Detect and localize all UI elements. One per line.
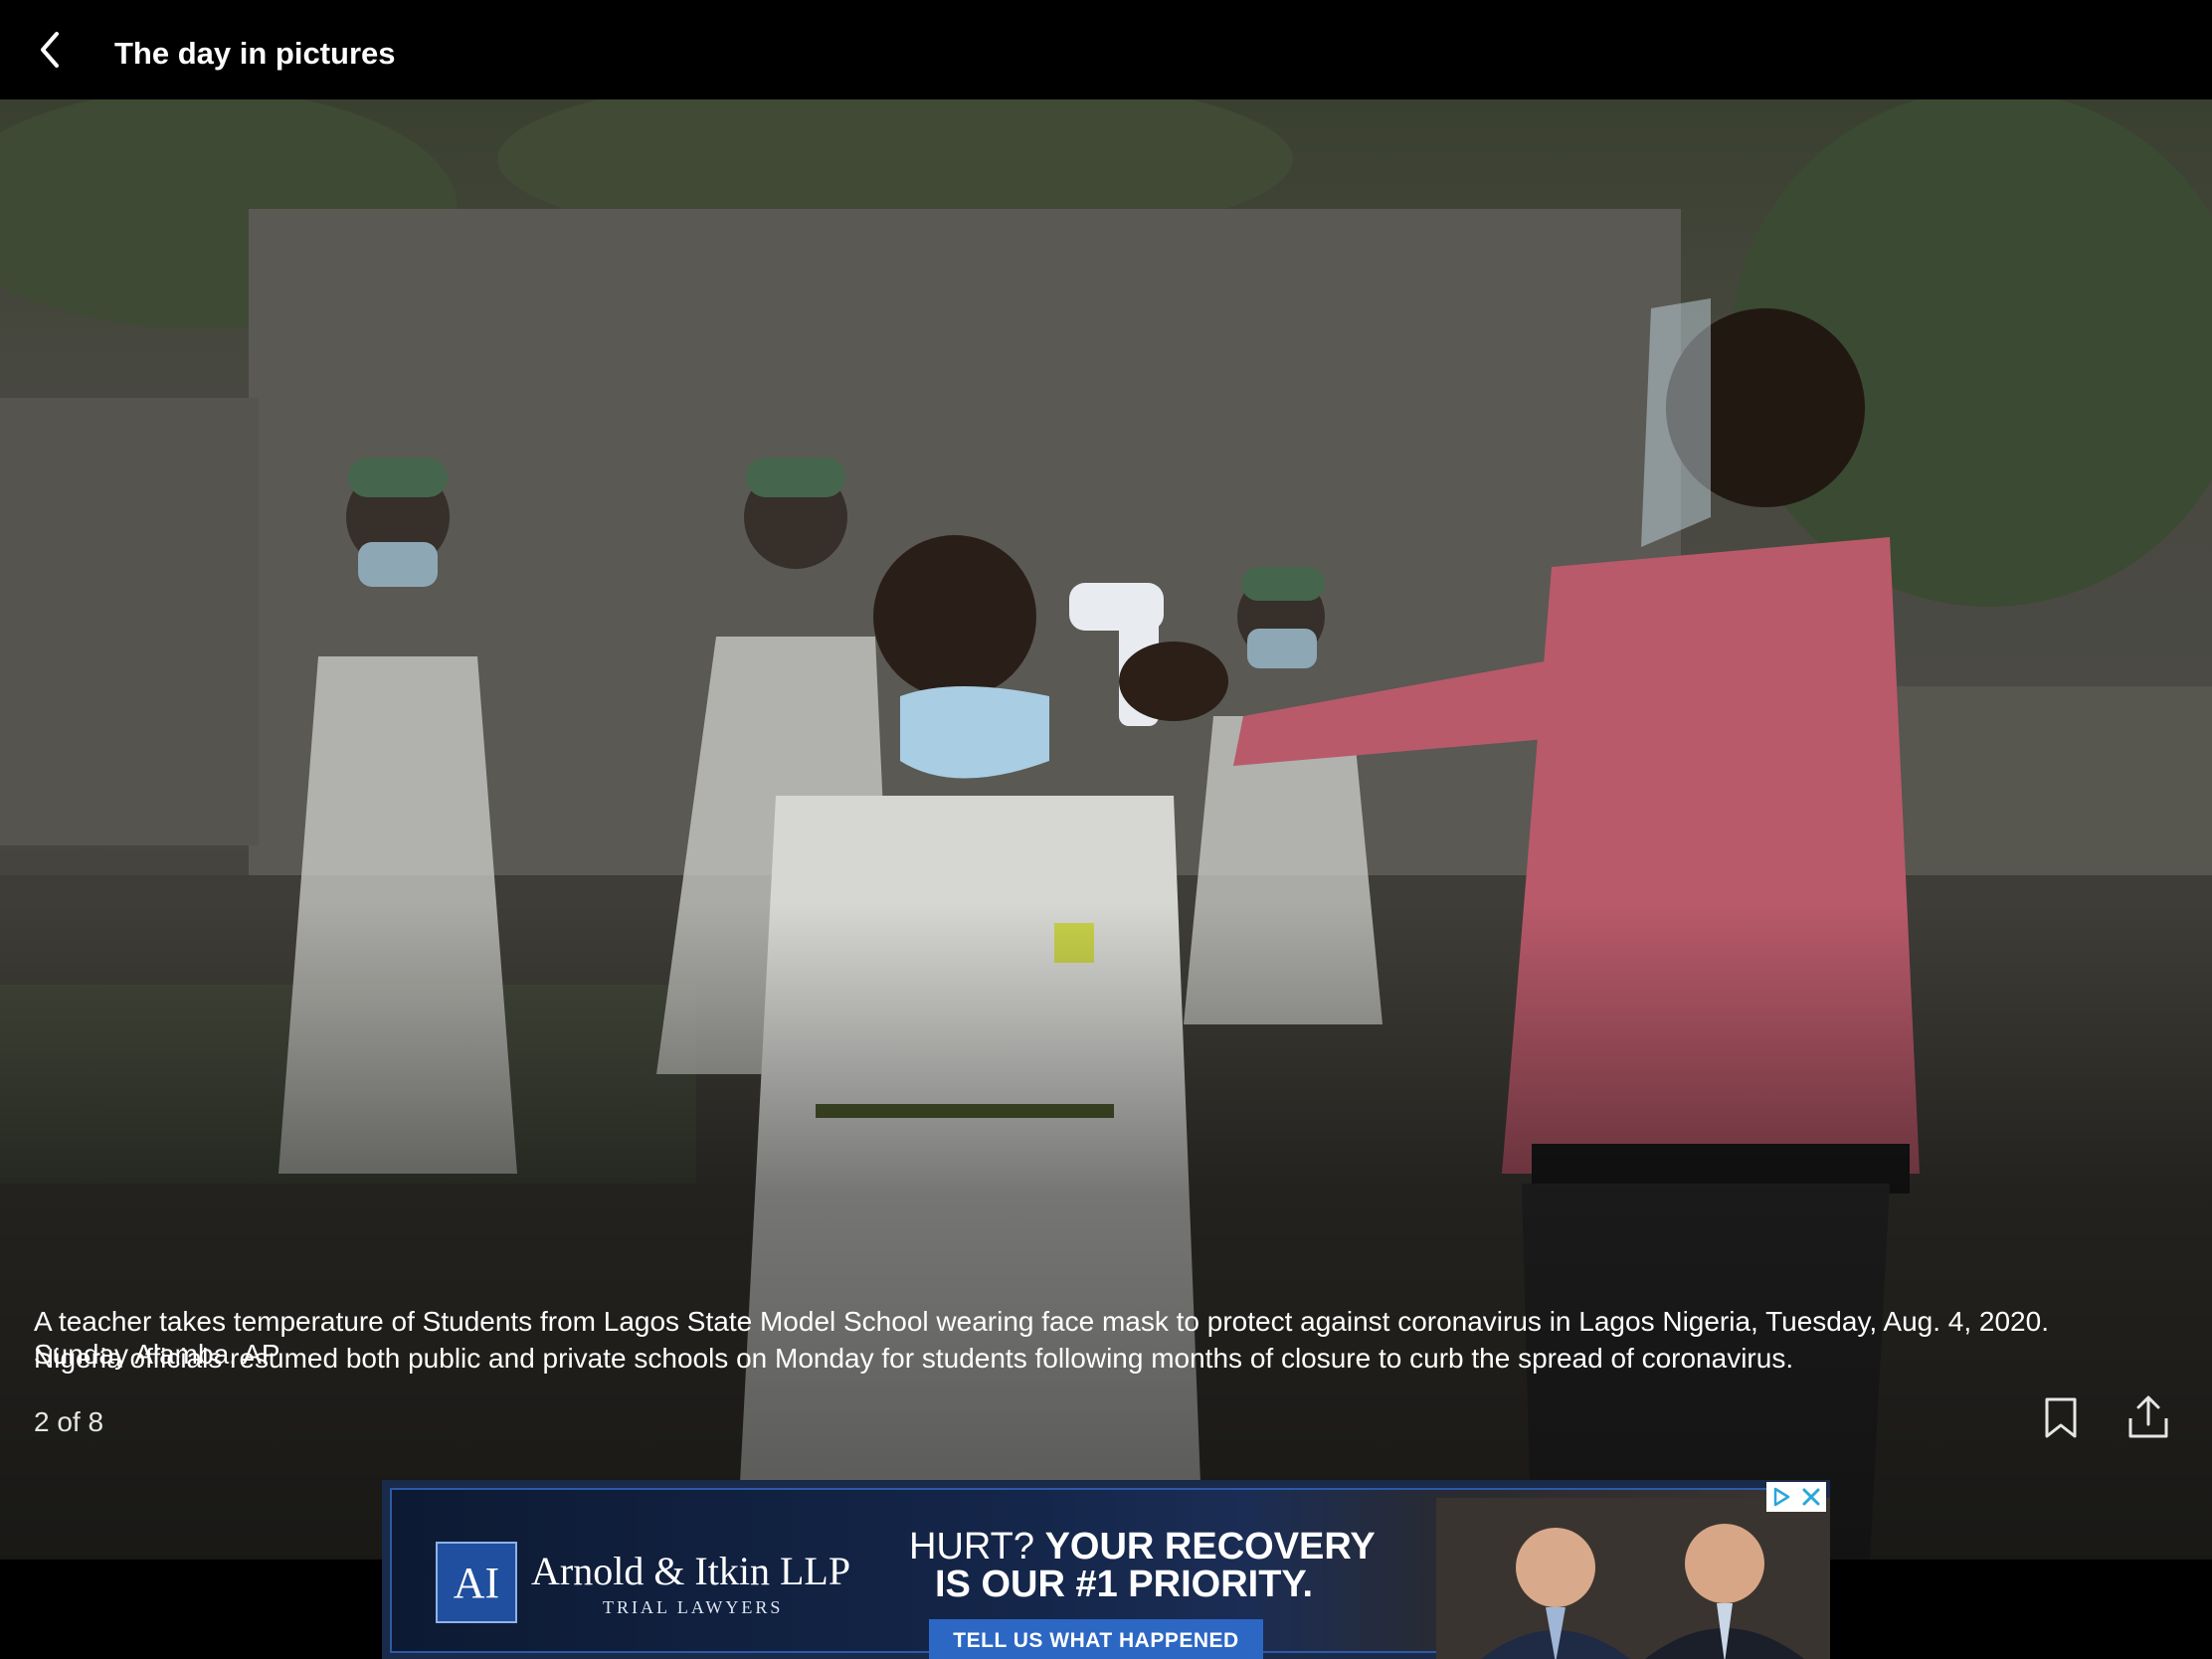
ad-firm-subtitle: TRIAL LAWYERS bbox=[603, 1597, 784, 1617]
ad-choices-icon bbox=[1773, 1487, 1790, 1507]
bookmark-icon bbox=[2045, 1397, 2077, 1438]
top-bar: The day in pictures bbox=[0, 0, 2212, 99]
ad-cta-button[interactable]: TELL US WHAT HAPPENED bbox=[929, 1619, 1263, 1659]
page-title: The day in pictures bbox=[114, 36, 396, 71]
advertisement-banner[interactable]: AI Arnold & Itkin LLP TRIAL LAWYERS HURT… bbox=[382, 1480, 1830, 1659]
photo-gallery-screen: A teacher takes temperature of Students … bbox=[0, 0, 2212, 1659]
bookmark-button[interactable] bbox=[2043, 1396, 2079, 1440]
photo-credit: Sunday Alamba, AP bbox=[34, 1339, 280, 1370]
ad-headline-line2: IS OUR #1 PRIORITY. bbox=[935, 1564, 1314, 1605]
ad-frame: AI Arnold & Itkin LLP TRIAL LAWYERS HURT… bbox=[390, 1488, 1830, 1659]
share-button[interactable] bbox=[2126, 1394, 2170, 1440]
ad-choices-button[interactable] bbox=[1766, 1482, 1826, 1512]
photo-caption: A teacher takes temperature of Students … bbox=[34, 1306, 2049, 1374]
ad-logo: AI bbox=[436, 1542, 517, 1623]
share-icon bbox=[2128, 1395, 2168, 1438]
back-button[interactable] bbox=[30, 30, 70, 70]
ad-headline-lead: HURT? bbox=[909, 1526, 1034, 1567]
ad-headline-line1: HURT? YOUR RECOVERY bbox=[909, 1526, 1376, 1568]
ad-headline-rest: YOUR RECOVERY bbox=[1044, 1526, 1376, 1567]
gallery-photo[interactable]: A teacher takes temperature of Students … bbox=[0, 99, 2212, 1560]
chevron-left-icon bbox=[41, 32, 59, 68]
close-icon[interactable] bbox=[1800, 1486, 1822, 1508]
ad-firm-name: Arnold & Itkin LLP bbox=[531, 1549, 851, 1593]
photo-counter: 2 of 8 bbox=[34, 1406, 104, 1437]
ad-lawyers-photo bbox=[1436, 1498, 1830, 1659]
